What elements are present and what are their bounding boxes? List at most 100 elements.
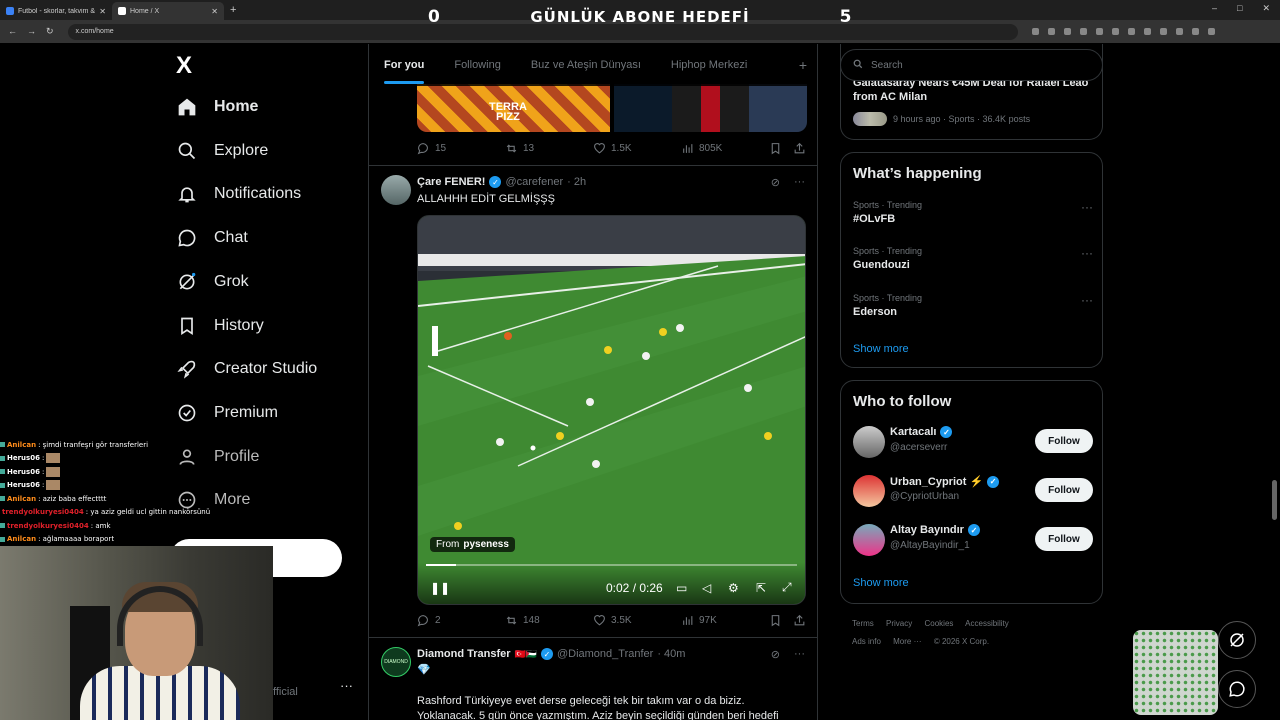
show-more-link[interactable]: Show more bbox=[853, 343, 909, 355]
fullscreen-icon[interactable]: ⤢ bbox=[782, 580, 792, 595]
share-button[interactable] bbox=[793, 142, 806, 155]
follow-suggestion[interactable]: Kartacalı ✓ @acerseverr Follow bbox=[853, 422, 1093, 462]
post-image[interactable] bbox=[614, 84, 807, 132]
back-icon[interactable]: ← bbox=[8, 26, 17, 37]
browser-tab-active[interactable]: Home / X ✕ bbox=[112, 2, 224, 20]
footer-link-more[interactable]: More ··· bbox=[893, 637, 921, 646]
footer-link-accessibility[interactable]: Accessibility bbox=[965, 619, 1009, 628]
trend-item[interactable]: Sports · Trending Guendouzi ··· bbox=[853, 246, 1093, 271]
browser-tab[interactable]: Futbol - skorlar, takvim & oran ✕ bbox=[0, 2, 112, 20]
nav-grok[interactable]: Grok bbox=[176, 271, 249, 293]
close-window-button[interactable]: ✕ bbox=[1262, 3, 1270, 14]
footer-link-privacy[interactable]: Privacy bbox=[886, 619, 912, 628]
nav-notifications[interactable]: Notifications bbox=[176, 183, 301, 205]
post-time[interactable]: · 40m bbox=[657, 648, 685, 660]
grok-floating-button[interactable] bbox=[1218, 621, 1256, 659]
like-button[interactable]: 1.5K bbox=[593, 142, 681, 155]
tab-for-you[interactable]: For you bbox=[369, 44, 439, 86]
author-handle[interactable]: @Diamond_Tranfer bbox=[557, 648, 653, 660]
avatar[interactable] bbox=[853, 524, 885, 556]
nav-creator-studio[interactable]: Creator Studio bbox=[176, 358, 317, 380]
footer-link-terms[interactable]: Terms bbox=[852, 619, 874, 628]
tab-hiphop-merkezi[interactable]: Hiphop Merkezi bbox=[656, 44, 762, 86]
post-media[interactable]: TERRA PIZZ bbox=[417, 84, 807, 132]
extension-icon[interactable] bbox=[1031, 28, 1039, 35]
post-time[interactable]: · 2h bbox=[567, 176, 586, 188]
follow-suggestion[interactable]: Altay Bayındır ✓ @AltayBayindir_1 Follow bbox=[853, 520, 1093, 560]
add-tab-button[interactable]: + bbox=[799, 57, 807, 73]
messages-floating-button[interactable] bbox=[1218, 670, 1256, 708]
share-button[interactable] bbox=[793, 614, 806, 627]
extension-icon[interactable] bbox=[1111, 28, 1119, 35]
reply-button[interactable]: 2 bbox=[417, 614, 505, 627]
close-tab-icon[interactable]: ✕ bbox=[211, 7, 218, 16]
maximize-button[interactable]: □ bbox=[1237, 3, 1242, 14]
reload-icon[interactable]: ↻ bbox=[46, 26, 54, 37]
popout-icon[interactable]: ⇱ bbox=[756, 581, 766, 595]
extension-icon[interactable] bbox=[1207, 28, 1215, 35]
author-handle[interactable]: @carefener bbox=[505, 176, 563, 188]
reply-button[interactable]: 15 bbox=[417, 142, 505, 155]
more-icon[interactable]: ··· bbox=[1081, 200, 1093, 214]
trend-item[interactable]: Sports · Trending Ederson ··· bbox=[853, 293, 1093, 318]
video-source-badge[interactable]: From pyseness bbox=[430, 537, 515, 552]
pause-icon[interactable]: ❚❚ bbox=[430, 581, 450, 595]
more-icon[interactable]: ··· bbox=[794, 176, 805, 189]
views-button[interactable]: 805K bbox=[681, 142, 769, 155]
new-tab-button[interactable]: + bbox=[224, 4, 242, 16]
avatar[interactable] bbox=[381, 175, 411, 205]
author-name[interactable]: Çare FENER! bbox=[417, 176, 485, 188]
footer-link-cookies[interactable]: Cookies bbox=[924, 619, 953, 628]
minimize-button[interactable]: – bbox=[1212, 3, 1217, 14]
follow-button[interactable]: Follow bbox=[1035, 478, 1093, 502]
follow-button[interactable]: Follow bbox=[1035, 527, 1093, 551]
follow-button[interactable]: Follow bbox=[1035, 429, 1093, 453]
author-name[interactable]: Diamond Transfer bbox=[417, 648, 511, 660]
settings-icon[interactable]: ⚙ bbox=[728, 581, 739, 595]
nav-premium[interactable]: Premium bbox=[176, 402, 278, 424]
grok-icon[interactable]: ⊘ bbox=[771, 176, 780, 189]
extension-icon[interactable] bbox=[1047, 28, 1055, 35]
more-icon[interactable]: ··· bbox=[1081, 246, 1093, 260]
avatar[interactable] bbox=[853, 426, 885, 458]
video-player[interactable]: From pyseness ❚❚ 0:02 / 0:26 ▭ ◁ ⚙ ⇱ ⤢ bbox=[417, 215, 806, 605]
like-button[interactable]: 3.5K bbox=[593, 614, 681, 627]
bookmark-button[interactable] bbox=[769, 142, 793, 155]
nav-history[interactable]: History bbox=[176, 315, 264, 337]
video-progress-bar[interactable] bbox=[426, 564, 797, 566]
follow-suggestion[interactable]: Urban_Cypriot ⚡ ✓ @CypriotUrban Follow bbox=[853, 471, 1093, 511]
post-image[interactable]: TERRA PIZZ bbox=[417, 84, 610, 132]
views-button[interactable]: 97K bbox=[681, 614, 769, 627]
avatar[interactable] bbox=[853, 475, 885, 507]
nav-explore[interactable]: Explore bbox=[176, 140, 268, 162]
show-more-link[interactable]: Show more bbox=[853, 577, 909, 589]
extension-icon[interactable] bbox=[1143, 28, 1151, 35]
extension-icon[interactable] bbox=[1159, 28, 1167, 35]
captions-icon[interactable]: ▭ bbox=[676, 581, 687, 595]
repost-button[interactable]: 13 bbox=[505, 142, 593, 155]
extension-icon[interactable] bbox=[1063, 28, 1071, 35]
account-more-button[interactable]: ··· bbox=[340, 678, 353, 693]
tab-following[interactable]: Following bbox=[439, 44, 515, 86]
nav-chat[interactable]: Chat bbox=[176, 227, 248, 249]
scrollbar[interactable] bbox=[1272, 480, 1277, 520]
more-icon[interactable]: ··· bbox=[1081, 293, 1093, 307]
bookmark-button[interactable] bbox=[769, 614, 793, 627]
mute-icon[interactable]: ◁ bbox=[702, 581, 711, 595]
footer-link-ads-info[interactable]: Ads info bbox=[852, 637, 881, 646]
extension-icon[interactable] bbox=[1191, 28, 1199, 35]
extension-icon[interactable] bbox=[1095, 28, 1103, 35]
avatar[interactable]: DIAMOND bbox=[381, 647, 411, 677]
nav-home[interactable]: Home bbox=[176, 96, 258, 118]
x-logo-icon[interactable]: X bbox=[176, 52, 192, 80]
extension-icon[interactable] bbox=[1127, 28, 1135, 35]
search-input[interactable]: Search bbox=[840, 49, 1103, 81]
close-tab-icon[interactable]: ✕ bbox=[99, 7, 106, 16]
grok-icon[interactable]: ⊘ bbox=[771, 648, 780, 661]
forward-icon[interactable]: → bbox=[27, 26, 36, 37]
repost-button[interactable]: 148 bbox=[505, 614, 593, 627]
trend-item[interactable]: Sports · Trending #OLvFB ··· bbox=[853, 200, 1093, 225]
more-icon[interactable]: ··· bbox=[794, 648, 805, 661]
tab-buz-ve-atesin-dunyasi[interactable]: Buz ve Ateşin Dünyası bbox=[516, 44, 656, 86]
extension-icon[interactable] bbox=[1175, 28, 1183, 35]
